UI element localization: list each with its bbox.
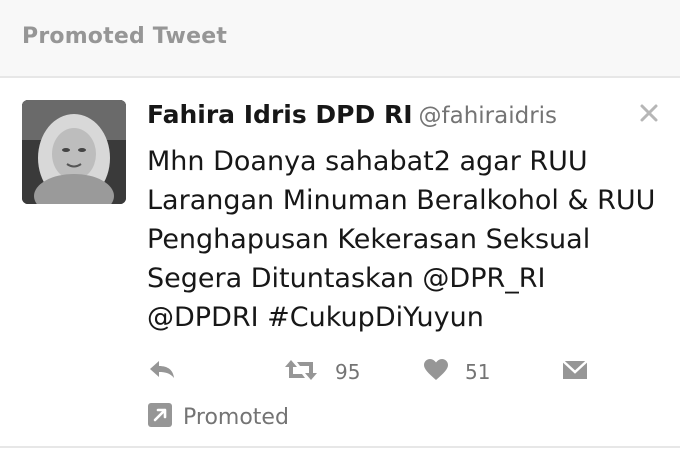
tweet-card[interactable]: Fahira Idris DPD RI @fahiraidris Mhn Doan… bbox=[0, 78, 680, 444]
heart-icon bbox=[423, 358, 449, 386]
envelope-icon bbox=[561, 358, 589, 386]
promoted-tweet-header: Promoted Tweet bbox=[0, 0, 680, 78]
like-count: 51 bbox=[465, 360, 491, 384]
avatar[interactable] bbox=[22, 100, 126, 204]
reply-icon bbox=[147, 358, 177, 386]
like-button[interactable]: 51 bbox=[423, 354, 490, 390]
divider bbox=[0, 446, 680, 448]
promoted-arrow-icon bbox=[147, 402, 173, 432]
promoted-label: Promoted bbox=[183, 404, 289, 430]
tweet-text: Mhn Doanya sahabat2 agar RUU Larangan Mi… bbox=[147, 146, 656, 333]
header-title: Promoted Tweet bbox=[22, 24, 228, 49]
retweet-button[interactable]: 95 bbox=[283, 354, 360, 390]
promoted-indicator[interactable]: Promoted bbox=[147, 402, 289, 432]
direct-message-button[interactable] bbox=[561, 354, 589, 390]
reply-button[interactable] bbox=[147, 354, 177, 390]
avatar-image bbox=[22, 100, 126, 204]
retweet-count: 95 bbox=[335, 360, 361, 384]
tweet-actions: 95 51 bbox=[147, 354, 627, 390]
author-name[interactable]: Fahira Idris DPD RI bbox=[147, 100, 413, 129]
retweet-icon bbox=[283, 357, 319, 387]
author-handle[interactable]: @fahiraidris bbox=[419, 103, 558, 129]
author-line: Fahira Idris DPD RI @fahiraidris bbox=[147, 100, 557, 129]
close-icon[interactable] bbox=[638, 102, 660, 124]
